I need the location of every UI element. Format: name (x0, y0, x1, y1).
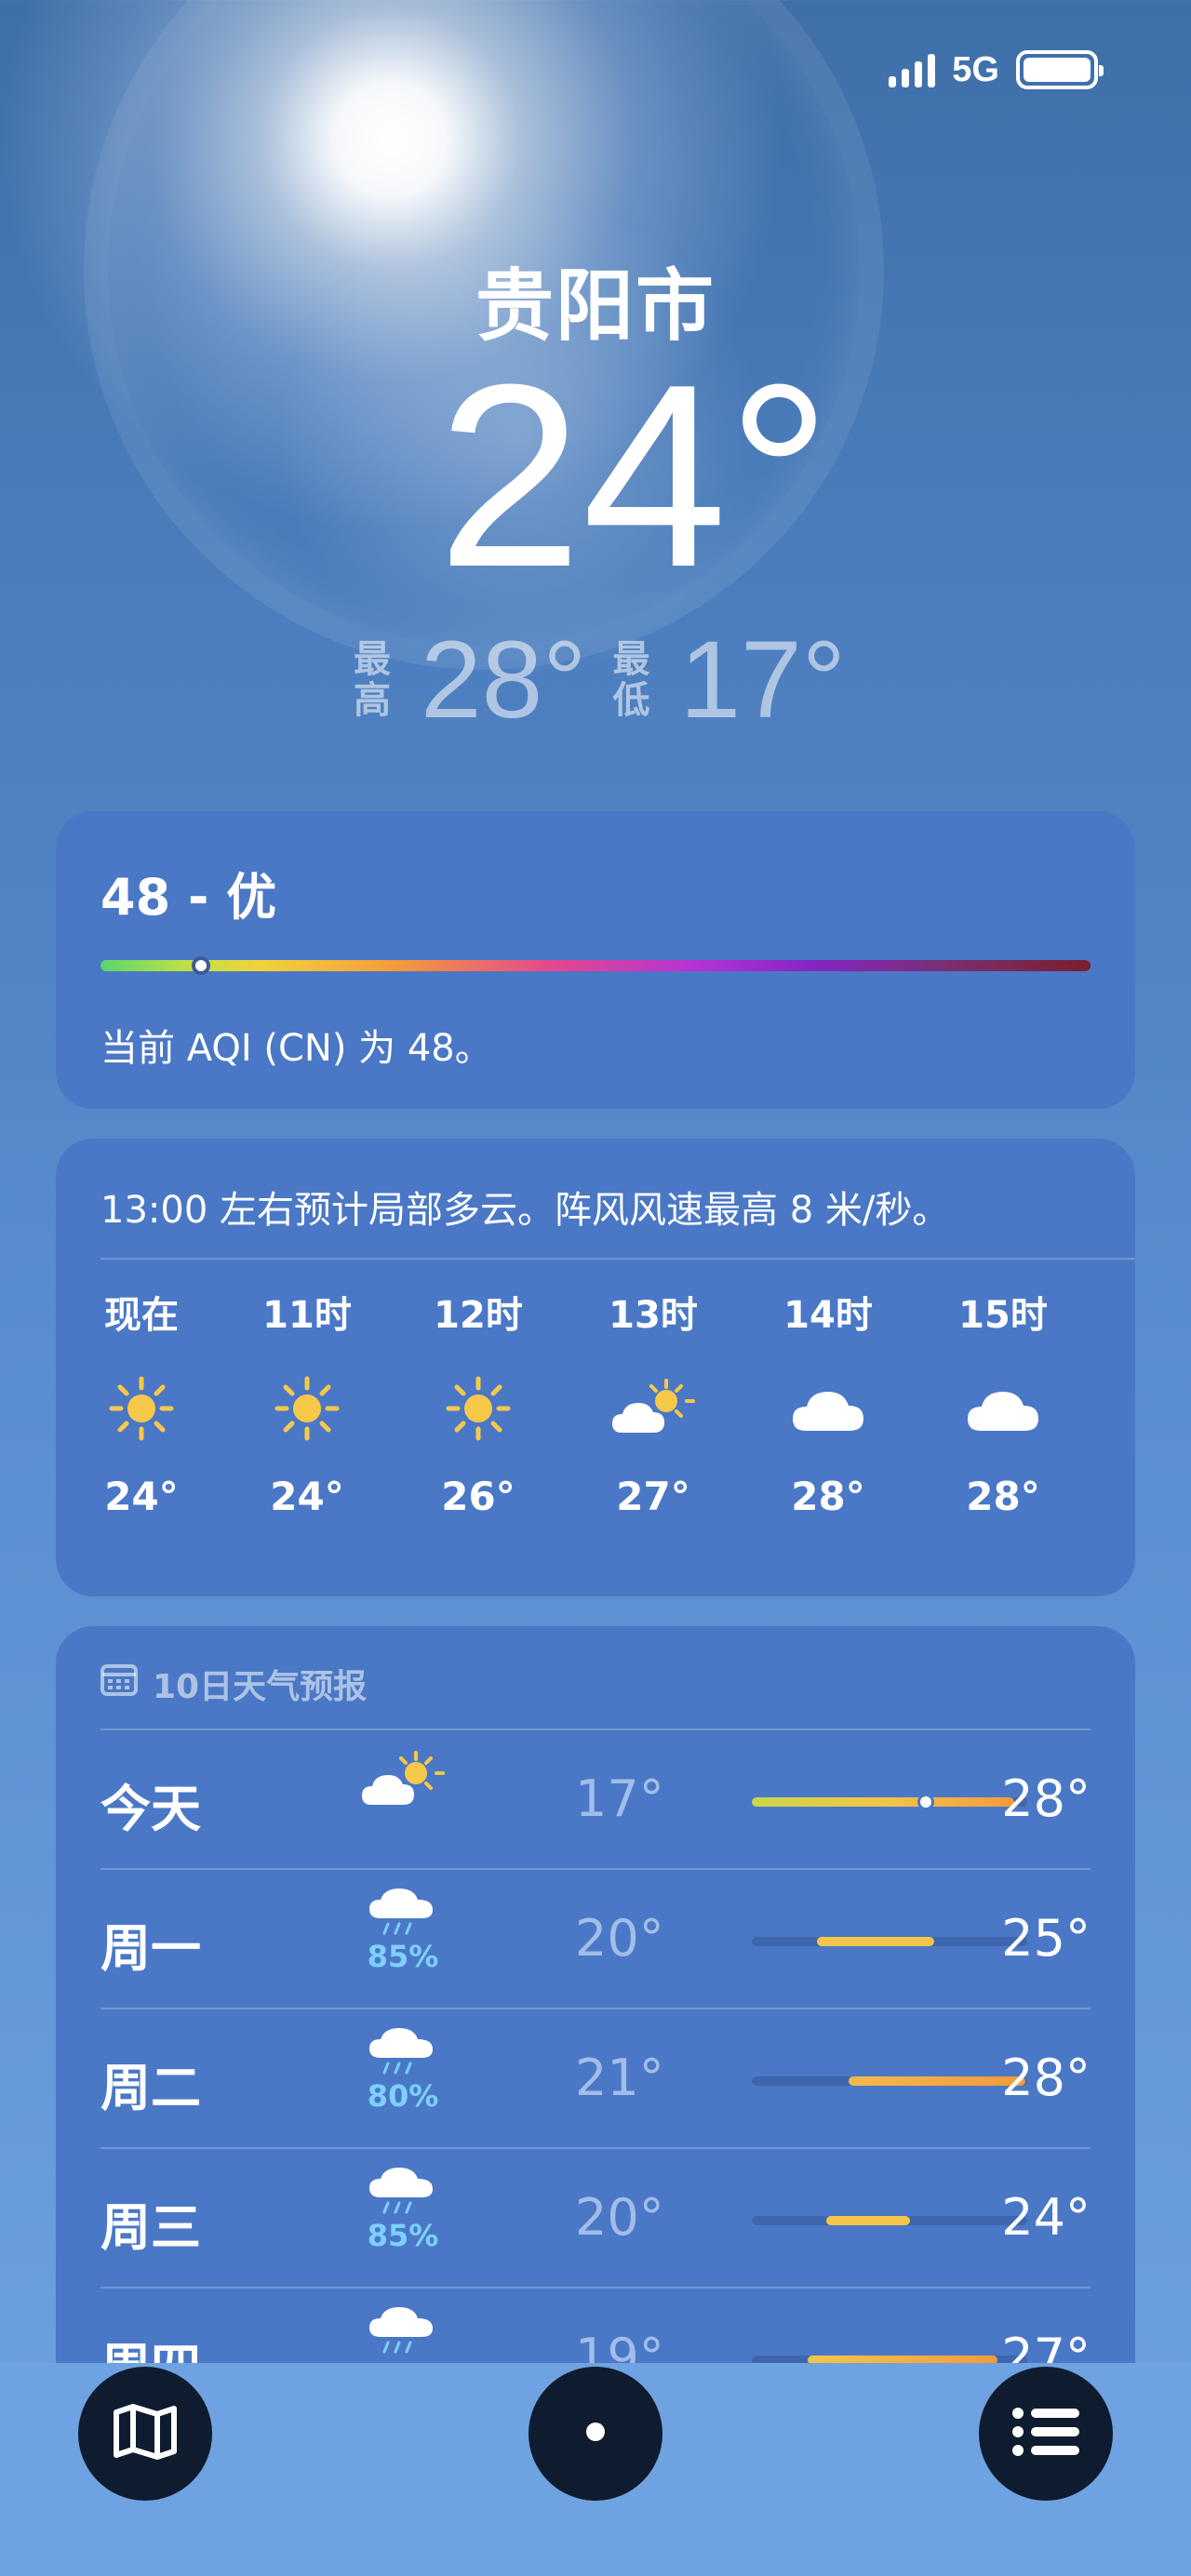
aqi-title: 48 - 优 (100, 868, 277, 927)
hour-time: 15时 (958, 1294, 1048, 1337)
temp-range-bar (826, 2216, 910, 2225)
forecast-low: 21° (575, 2049, 664, 2107)
hour-item: 12时 26° (422, 1288, 534, 1519)
hour-time: 14时 (783, 1294, 873, 1337)
high-low-temperature: 最高 28° 最低 17° (354, 625, 846, 735)
page-indicator-dot-icon (584, 2421, 607, 2447)
hour-temp: 27° (616, 1474, 690, 1519)
hourly-forecast-card[interactable]: 13:00 左右预计局部多云。阵风风速最高 8 米/秒。 现在 24° 11时 … (56, 1139, 1135, 1596)
temp-range-bar (752, 1797, 1014, 1807)
network-type: 5G (952, 49, 999, 89)
sun-icon (422, 1343, 534, 1474)
rain-icon: 85% (352, 1887, 454, 1974)
rain-icon: 80% (352, 2026, 454, 2114)
hourly-summary: 13:00 左右预计局部多云。阵风风速最高 8 米/秒。 (100, 1189, 950, 1232)
forecast-day: 今天 (100, 1780, 201, 1838)
current-temp-marker (917, 1794, 934, 1810)
hourly-list[interactable]: 现在 24° 11时 24° 12时 26° 13时 27° 14时 28° 1… (56, 1288, 1135, 1585)
aqi-description: 当前 AQI (CN) 为 48。 (100, 1027, 492, 1070)
forecast-day: 周一 (100, 1919, 201, 1978)
hour-temp: 28° (966, 1474, 1040, 1519)
hour-time: 11时 (262, 1294, 352, 1337)
forecast-high: 28° (1001, 1769, 1091, 1828)
hour-item: 14时 28° (772, 1288, 884, 1519)
high-temperature: 28° (421, 619, 587, 741)
hour-time: 13时 (609, 1294, 698, 1337)
hour-temp: 24° (104, 1474, 179, 1519)
forecast-high: 28° (1001, 2049, 1091, 2107)
rain-icon: 85% (352, 2166, 454, 2253)
status-bar: 5G (889, 47, 1104, 93)
signal-icon (889, 52, 936, 87)
temp-range-bar (849, 2076, 1025, 2086)
precip-chance: 85% (367, 1939, 439, 1974)
calendar-icon (100, 1663, 138, 1705)
temp-range-track (752, 1794, 1027, 1810)
cloud-icon (772, 1343, 884, 1474)
air-quality-card[interactable]: 48 - 优 当前 AQI (CN) 为 48。 (56, 811, 1135, 1109)
partly-cloudy-icon (352, 1747, 454, 1818)
high-label: 最高 (354, 638, 391, 722)
low-temperature: 17° (679, 619, 846, 741)
forecast-low: 20° (575, 1909, 664, 1968)
map-button[interactable] (78, 2367, 212, 2501)
map-icon (113, 2403, 178, 2464)
temp-range-track (752, 2076, 1027, 2086)
hour-temp: 28° (791, 1474, 865, 1519)
hourly-divider (100, 1258, 1135, 1260)
cloud-icon (947, 1343, 1059, 1474)
battery-icon (1016, 50, 1104, 89)
hour-time: 12时 (434, 1294, 523, 1337)
forecast-header: 10日天气预报 (100, 1660, 367, 1708)
forecast-row[interactable]: 周二 80% 21° 28° (100, 2009, 1091, 2149)
sun-icon (86, 1343, 197, 1474)
hour-item: 现在 24° (86, 1288, 197, 1519)
current-temperature: 24° (437, 331, 832, 621)
hour-item: 15时 28° (947, 1288, 1059, 1519)
hour-time: 现在 (104, 1294, 179, 1337)
forecast-high: 24° (1001, 2188, 1091, 2247)
forecast-low: 17° (575, 1769, 664, 1828)
aqi-indicator (192, 956, 210, 975)
partly-cloudy-icon (597, 1343, 709, 1474)
forecast-row[interactable]: 周一 85% 20° 25° (100, 1870, 1091, 2009)
temp-range-track (752, 1937, 1027, 1946)
temp-range-bar (817, 1937, 934, 1946)
forecast-day: 周三 (100, 2198, 201, 2257)
forecast-title: 10日天气预报 (153, 1668, 368, 1706)
forecast-high: 25° (1001, 1909, 1091, 1968)
city-list-button[interactable] (979, 2367, 1113, 2501)
forecast-low: 20° (575, 2188, 664, 2247)
location-page-button[interactable] (529, 2367, 662, 2501)
list-icon (1010, 2404, 1081, 2463)
hour-temp: 26° (441, 1474, 515, 1519)
precip-chance: 80% (367, 2078, 439, 2114)
temp-range-track (752, 2216, 1027, 2225)
precip-chance: 85% (367, 2218, 439, 2253)
hour-item: 13时 27° (597, 1288, 709, 1519)
forecast-row[interactable]: 今天 17° 28° (100, 1730, 1091, 1870)
forecast-day: 周二 (100, 2059, 201, 2117)
rain-icon (352, 2305, 454, 2357)
sun-icon (251, 1343, 363, 1474)
aqi-scale-bar (100, 960, 1091, 971)
hour-item: 11时 24° (251, 1288, 363, 1519)
low-label: 最低 (612, 638, 650, 722)
forecast-row[interactable]: 周三 85% 20° 24° (100, 2149, 1091, 2289)
hour-temp: 24° (270, 1474, 344, 1519)
